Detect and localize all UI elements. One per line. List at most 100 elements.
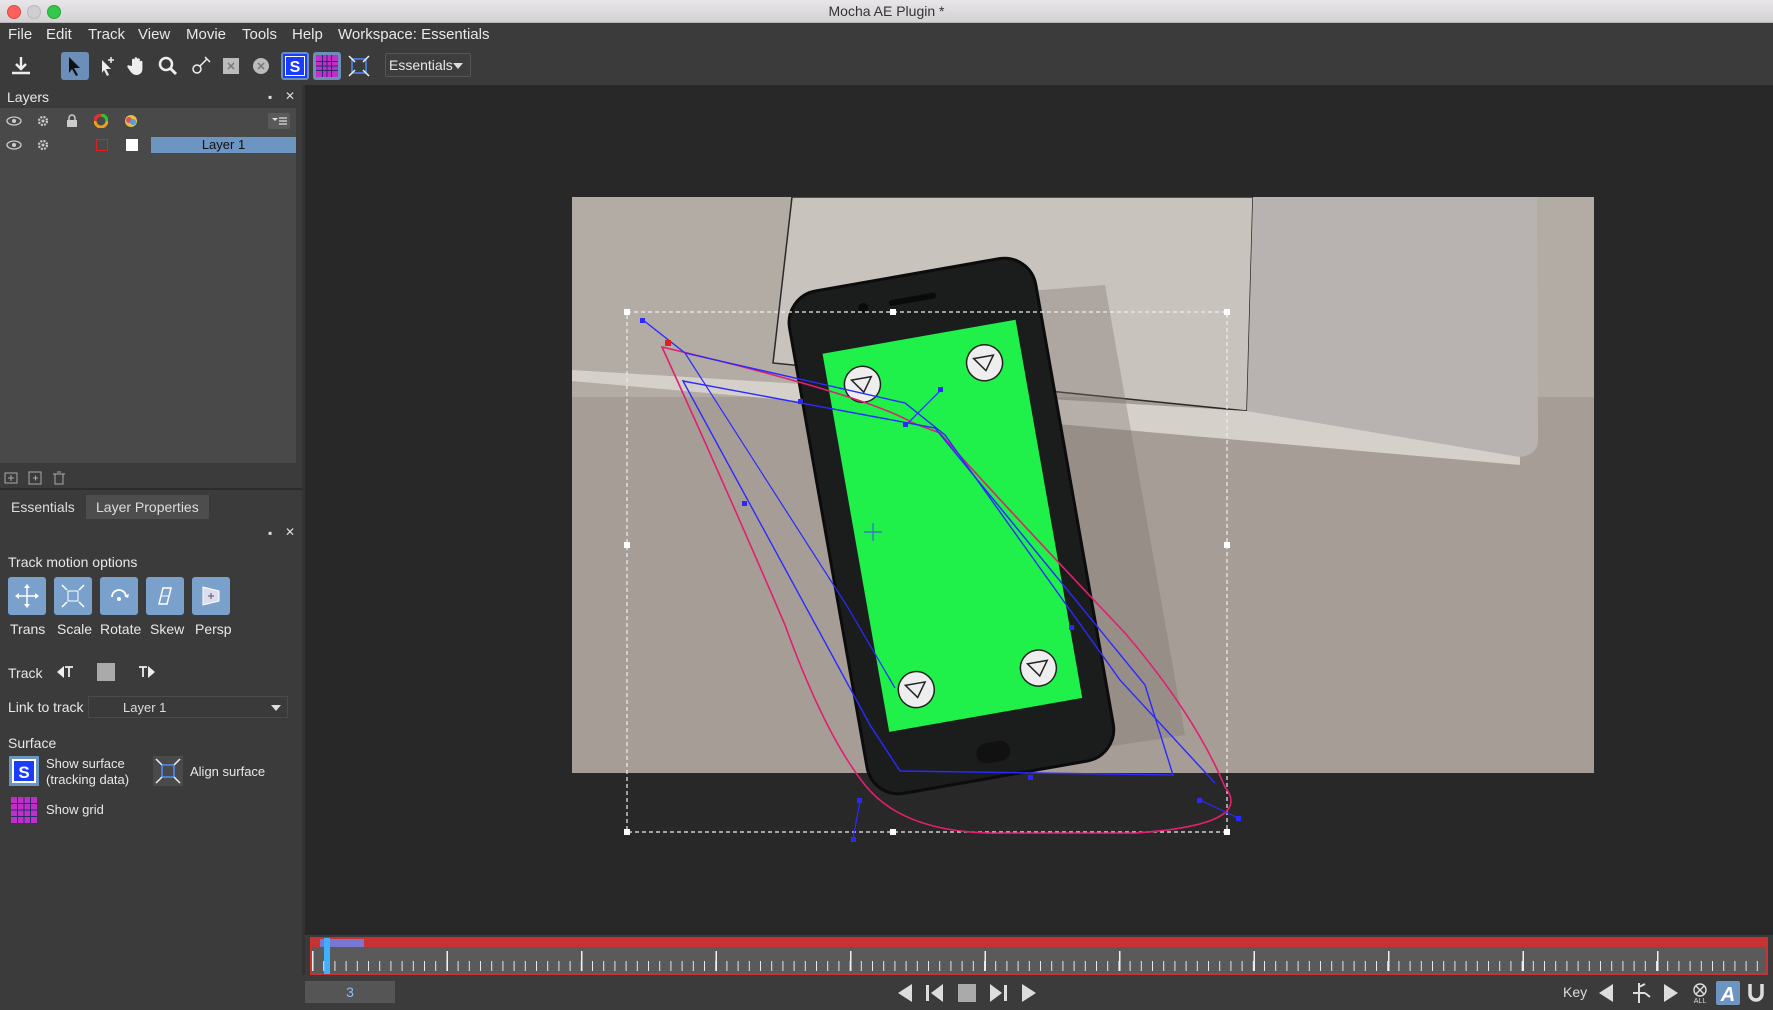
viewer-canvas[interactable] [305,85,1773,935]
clear-roto-icon[interactable] [217,52,245,80]
matte-color-icon[interactable] [124,114,138,128]
menu-tools[interactable]: Tools [242,26,277,43]
next-keyframe-icon[interactable] [1662,983,1680,1003]
layer-matte-color-swatch[interactable] [126,139,138,151]
magnet-snap-icon[interactable] [1745,981,1767,1005]
tab-layer-properties[interactable]: Layer Properties [86,495,209,519]
track-motion-options-label: Track motion options [8,554,138,570]
menu-edit[interactable]: Edit [46,26,72,43]
add-keyframe-icon[interactable] [1630,981,1652,1005]
clear-circle-icon[interactable] [247,52,275,80]
layer-name[interactable]: Layer 1 [151,137,296,153]
workspace-dropdown-label: Essentials [389,57,453,73]
new-layer-icon[interactable] [4,471,18,485]
timeline-ticks [312,947,1766,973]
viewer-image [572,196,1594,842]
autokey-button[interactable]: A [1716,981,1740,1006]
show-grid-icon[interactable] [313,52,341,80]
layer-cog-icon[interactable] [36,138,50,152]
close-properties-icon[interactable]: ✕ [285,526,295,538]
layer-menu-icon[interactable] [268,113,290,129]
link-to-track-label: Link to track [8,699,84,715]
surface-label: Surface [8,735,57,751]
show-surface-label[interactable]: Show surface [46,756,125,771]
show-surface-s-icon[interactable]: S [281,52,309,80]
link-to-track-select[interactable]: Layer 1 [88,696,288,718]
skew-label: Skew [150,621,185,637]
cog-gear-icon[interactable] [36,114,50,128]
close-panel-icon[interactable]: ✕ [285,90,295,102]
workspace-dropdown[interactable]: Essentials [385,53,471,77]
layer-visibility-eye-icon[interactable] [6,139,22,151]
persp-label: Persp [195,621,232,637]
panel-tabs: Essentials Layer Properties [0,495,302,519]
link-to-track-value: Layer 1 [123,700,167,715]
float-properties-icon[interactable]: ▪ [268,527,278,539]
show-surface-icon[interactable]: S [9,756,39,786]
svg-text:A: A [1720,984,1735,1005]
add-point-tool-icon[interactable] [94,52,122,80]
show-grid-icon[interactable] [9,795,39,825]
menu-file[interactable]: File [8,26,32,43]
prev-keyframe-icon[interactable] [1597,983,1615,1003]
menu-bar: File Edit Track View Movie Tools Help Wo… [0,23,1773,47]
menu-workspace[interactable]: Workspace: Essentials [338,26,489,43]
layers-list: Layer 1 [0,108,296,463]
play-backwards-icon[interactable] [896,983,914,1003]
scale-label: Scale [57,621,93,637]
layer-row[interactable]: Layer 1 [0,135,296,155]
trans-label: Trans [10,621,46,637]
visibility-eye-icon[interactable] [6,115,22,127]
mesh-edit-tool-icon[interactable] [187,52,215,80]
menu-movie[interactable]: Movie [186,26,226,43]
work-area-bar[interactable] [312,939,1766,947]
trash-delete-icon[interactable] [52,471,66,485]
tab-essentials[interactable]: Essentials [1,495,85,519]
duplicate-layer-icon[interactable] [28,471,42,485]
show-grid-label[interactable]: Show grid [46,802,104,817]
persp-motion-button[interactable] [192,577,230,615]
window-title: Mocha AE Plugin * [828,3,945,19]
svg-text:S: S [18,763,29,782]
menu-track[interactable]: Track [88,26,125,43]
align-surface-icon[interactable] [345,52,373,80]
lock-icon[interactable] [66,114,78,128]
skew-motion-button[interactable] [146,577,184,615]
rotate-motion-button[interactable] [100,577,138,615]
chevron-down-icon [453,63,463,69]
export-download-icon[interactable] [7,52,35,80]
chevron-down-icon [271,705,281,711]
pick-tool-arrow-icon[interactable] [61,52,89,80]
stop-tracking-button[interactable] [97,663,115,681]
timeline-scrubber[interactable] [310,937,1768,975]
hand-pan-icon[interactable] [123,52,151,80]
svg-text:ALL: ALL [1694,998,1707,1004]
float-panel-icon[interactable]: ▪ [268,91,278,103]
trans-motion-button[interactable] [8,577,46,615]
align-surface-label[interactable]: Align surface [190,764,265,779]
show-surface-sublabel: (tracking data) [46,772,130,787]
key-label: Key [1563,984,1588,1000]
menu-view[interactable]: View [138,26,170,43]
layer-spline-color-swatch[interactable] [96,139,108,151]
step-forward-icon[interactable] [988,983,1008,1003]
track-label: Track [8,665,43,681]
scale-motion-button[interactable] [54,577,92,615]
transport-bar: 3 Key ALL A [0,975,1773,1010]
left-panel: Layers ▪ ✕ Layer 1 Essentials Layer Prop… [0,85,302,1010]
align-surface-icon[interactable] [153,756,183,786]
play-forwards-icon[interactable] [1020,983,1038,1003]
stop-icon[interactable] [958,984,976,1002]
menu-help[interactable]: Help [292,26,323,43]
window-titlebar: Mocha AE Plugin * [0,0,1773,23]
color-wheel-icon[interactable] [94,114,108,128]
layers-header-row [0,112,296,132]
track-forwards-icon[interactable] [137,662,157,682]
current-frame-field[interactable]: 3 [305,981,395,1003]
track-backwards-icon[interactable] [55,662,75,682]
zoom-magnifier-icon[interactable] [154,52,182,80]
toolbar: S Essentials [0,47,1773,85]
svg-text:S: S [290,59,301,76]
delete-all-keys-icon[interactable]: ALL [1689,982,1711,1004]
step-back-icon[interactable] [925,983,945,1003]
